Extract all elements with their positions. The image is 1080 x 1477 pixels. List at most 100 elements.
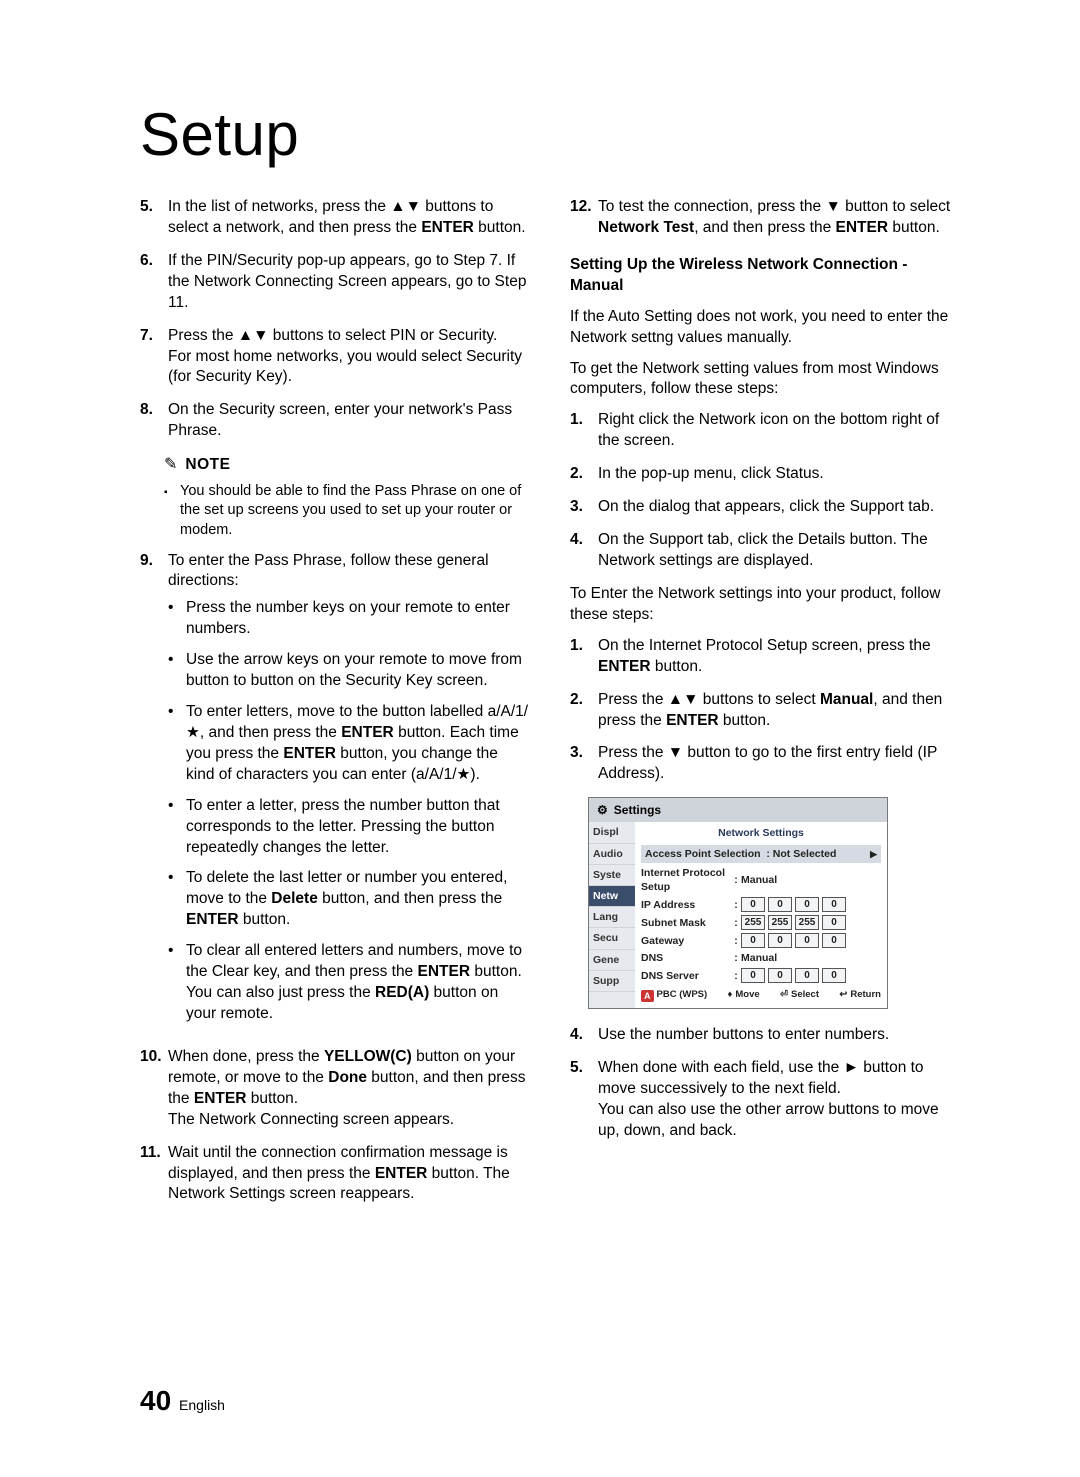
octet-group: 0000 — [741, 933, 846, 948]
octet-box: 0 — [795, 897, 819, 912]
item-body: To test the connection, press the ▼ butt… — [598, 197, 960, 239]
octet-box: 0 — [768, 933, 792, 948]
list-item: 3.On the dialog that appears, click the … — [570, 497, 960, 518]
item-number: 2. — [570, 464, 598, 485]
row-value: Manual — [741, 873, 777, 887]
list-item: 4.Use the number buttons to enter number… — [570, 1025, 960, 1046]
item-number: 3. — [570, 497, 598, 518]
octet-group: 0000 — [741, 897, 846, 912]
item-number: 12. — [570, 197, 598, 239]
octet-box: 0 — [768, 968, 792, 983]
list-item: 5.In the list of networks, press the ▲▼ … — [140, 197, 530, 239]
page-number: 40 — [140, 1385, 171, 1416]
bullet-list: Press the number keys on your remote to … — [168, 598, 530, 1025]
left-column: 5.In the list of networks, press the ▲▼ … — [140, 197, 530, 1217]
settings-footer: APBC (WPS) ♦Move ⏎Select ↩Return — [641, 989, 881, 1002]
footer-label: Select — [791, 989, 819, 1002]
dns-row: DNS : Manual — [641, 951, 881, 965]
settings-field-row: IP Address:0000 — [641, 897, 881, 912]
bullet-item: To enter a letter, press the number butt… — [168, 796, 530, 859]
bullet-text: To delete the last letter or number you … — [186, 868, 530, 931]
list-item: 11.Wait until the connection confirmatio… — [140, 1143, 530, 1206]
separator: : — [731, 898, 741, 912]
ordered-list: 5.In the list of networks, press the ▲▼ … — [140, 197, 530, 442]
panel-title: Network Settings — [641, 826, 881, 840]
octet-box: 0 — [741, 933, 765, 948]
page-footer: 40 English — [140, 1385, 225, 1417]
list-item: 4.On the Support tab, click the Details … — [570, 530, 960, 572]
settings-tab: Audio — [589, 844, 635, 865]
bullet-item: Press the number keys on your remote to … — [168, 598, 530, 640]
item-body: Press the ▲▼ buttons to select Manual, a… — [598, 690, 960, 732]
note-bullet-list: You should be able to find the Pass Phra… — [164, 482, 530, 541]
bullet-text: Press the number keys on your remote to … — [186, 598, 530, 640]
note-bullet-item: You should be able to find the Pass Phra… — [164, 482, 530, 541]
bullet-text: To enter a letter, press the number butt… — [186, 796, 530, 859]
settings-diagram: ⚙ Settings DisplAudioSysteNetwLangSecuGe… — [588, 797, 888, 1009]
settings-tab: Gene — [589, 950, 635, 971]
footer-label: Return — [850, 989, 881, 1002]
separator: : — [731, 916, 741, 930]
octet-box: 0 — [741, 897, 765, 912]
right-arrow-icon: ▶ — [870, 848, 877, 860]
settings-tab: Supp — [589, 971, 635, 992]
bullet-text: To enter letters, move to the button lab… — [186, 702, 530, 786]
note-text: You should be able to find the Pass Phra… — [180, 482, 530, 541]
bullet-item: Use the arrow keys on your remote to mov… — [168, 650, 530, 692]
list-item: 2.Press the ▲▼ buttons to select Manual,… — [570, 690, 960, 732]
page-title: Setup — [140, 100, 960, 169]
octet-box: 255 — [795, 915, 819, 930]
note-icon: ✎ — [164, 454, 177, 476]
item-number: 1. — [570, 636, 598, 678]
note-label: NOTE — [185, 455, 230, 476]
row-value: Manual — [741, 951, 777, 965]
list-item: 7.Press the ▲▼ buttons to select PIN or … — [140, 326, 530, 389]
settings-header: ⚙ Settings — [589, 798, 887, 822]
list-item: 12.To test the connection, press the ▼ b… — [570, 197, 960, 239]
return-icon: ↩ — [839, 989, 847, 1002]
item-number: 4. — [570, 530, 598, 572]
octet-group: 2552552550 — [741, 915, 846, 930]
note-heading: ✎ NOTE — [164, 454, 530, 476]
two-column-layout: 5.In the list of networks, press the ▲▼ … — [140, 197, 960, 1217]
item-body: On the Support tab, click the Details bu… — [598, 530, 960, 572]
list-item: 1.Right click the Network icon on the bo… — [570, 410, 960, 452]
item-number: 7. — [140, 326, 168, 389]
bullet-text: Use the arrow keys on your remote to mov… — [186, 650, 530, 692]
item-body: Press the ▼ button to go to the first en… — [598, 743, 960, 785]
item-number: 3. — [570, 743, 598, 785]
row-label: Gateway — [641, 934, 731, 948]
item-number: 2. — [570, 690, 598, 732]
octet-box: 0 — [822, 933, 846, 948]
item-body: Wait until the connection confirmation m… — [168, 1143, 530, 1206]
settings-tabs: DisplAudioSysteNetwLangSecuGeneSupp — [589, 822, 635, 1008]
ordered-list: 1.Right click the Network icon on the bo… — [570, 410, 960, 572]
ordered-list: 4.Use the number buttons to enter number… — [570, 1025, 960, 1142]
list-item: 1.On the Internet Protocol Setup screen,… — [570, 636, 960, 678]
item-number: 11. — [140, 1143, 168, 1206]
settings-tab: Displ — [589, 822, 635, 843]
row-label: DNS Server — [641, 969, 731, 983]
item-body: On the Internet Protocol Setup screen, p… — [598, 636, 960, 678]
list-item: 5.When done with each field, use the ► b… — [570, 1058, 960, 1142]
item-number: 10. — [140, 1047, 168, 1131]
settings-field-row: Subnet Mask:2552552550 — [641, 915, 881, 930]
separator: : — [731, 934, 741, 948]
item-number: 5. — [140, 197, 168, 239]
item-number: 6. — [140, 251, 168, 314]
item-body: In the pop-up menu, click Status. — [598, 464, 960, 485]
list-item: 9.To enter the Pass Phrase, follow these… — [140, 551, 530, 1035]
row-label: Internet Protocol Setup — [641, 866, 731, 894]
item-body: In the list of networks, press the ▲▼ bu… — [168, 197, 530, 239]
footer-label: Move — [735, 989, 759, 1002]
right-column: 12.To test the connection, press the ▼ b… — [570, 197, 960, 1217]
dns-server-row: DNS Server : 0000 — [641, 968, 881, 983]
octet-box: 0 — [795, 968, 819, 983]
row-label: IP Address — [641, 898, 731, 912]
gear-icon: ⚙ — [597, 802, 608, 818]
octet-box: 0 — [822, 915, 846, 930]
octet-box: 0 — [822, 897, 846, 912]
settings-tab: Lang — [589, 907, 635, 928]
footer-label: PBC (WPS) — [657, 989, 708, 1002]
ordered-list: 12.To test the connection, press the ▼ b… — [570, 197, 960, 239]
